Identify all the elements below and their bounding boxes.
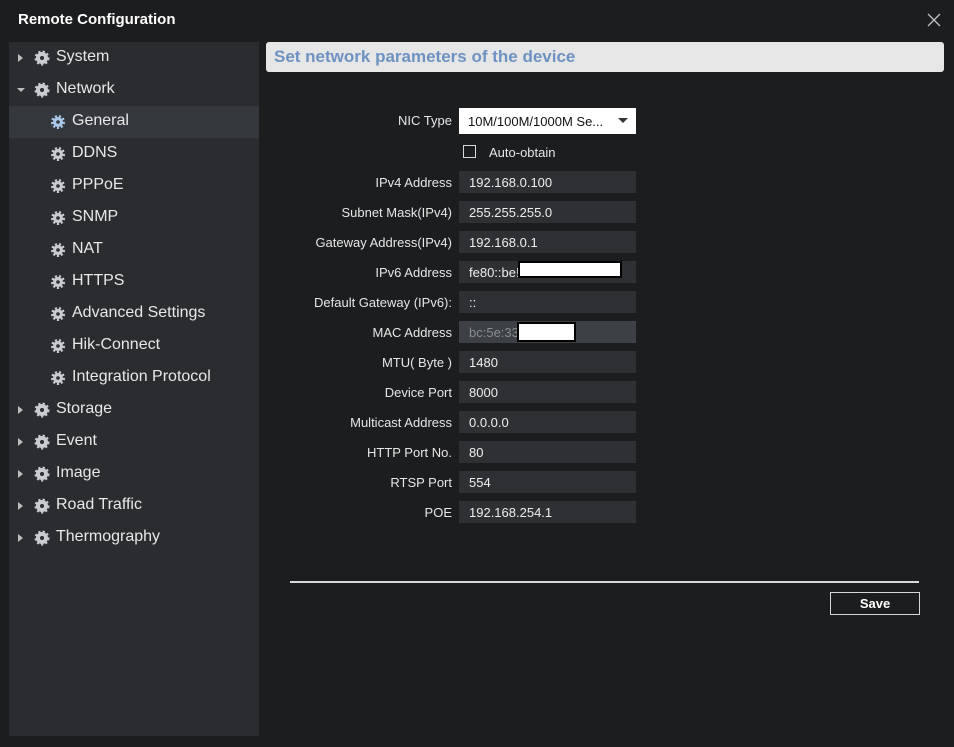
ipv4-address-field[interactable]: 192.168.0.100 [459, 171, 636, 193]
http-port-field[interactable]: 80 [459, 441, 636, 463]
expand-arrow-icon[interactable] [16, 436, 26, 448]
mtu-label: MTU( Byte ) [381, 355, 452, 370]
sidebar-item-label: Integration Protocol [72, 368, 211, 385]
sidebar-item-label: HTTPS [72, 272, 125, 289]
sidebar-item-label: Hik-Connect [72, 336, 161, 353]
poe-field[interactable]: 192.168.254.1 [459, 501, 636, 523]
nic-type-value: 10M/100M/1000M Se... [468, 114, 604, 129]
close-icon [927, 13, 941, 27]
sidebar-item-label: System [56, 48, 110, 65]
collapse-arrow-icon[interactable] [16, 84, 26, 96]
gateway-ipv4-label: Gateway Address(IPv4) [315, 235, 452, 250]
mtu-field[interactable]: 1480 [459, 351, 636, 373]
http-port-label: HTTP Port No. [366, 445, 452, 460]
subnet-mask-field[interactable]: 255.255.255.0 [459, 201, 636, 223]
mac-address-label: MAC Address [372, 325, 452, 340]
sidebar-item-label: Storage [56, 400, 113, 417]
gear-icon [51, 211, 65, 225]
sidebar-item-thermography[interactable]: Thermography [9, 522, 259, 554]
expand-arrow-icon[interactable] [16, 500, 26, 512]
gear-icon [51, 147, 65, 161]
chevron-down-icon [618, 118, 628, 123]
sidebar-item-label: Network [56, 80, 115, 97]
gateway-ipv4-field[interactable]: 192.168.0.1 [459, 231, 636, 253]
gear-icon [34, 466, 50, 482]
sidebar-item-label: DDNS [72, 144, 118, 161]
device-port-field[interactable]: 8000 [459, 381, 636, 403]
window-title: Remote Configuration [18, 11, 176, 28]
rtsp-port-label: RTSP Port [390, 475, 452, 490]
default-gateway-ipv6-label: Default Gateway (IPv6): [314, 295, 452, 310]
gear-icon [34, 82, 50, 98]
page-title: Set network parameters of the device [274, 47, 576, 66]
sidebar-item-label: PPPoE [72, 176, 124, 193]
sidebar-item-label: Image [56, 464, 101, 481]
gear-icon [34, 530, 50, 546]
auto-obtain-checkbox[interactable] [463, 145, 476, 158]
expand-arrow-icon[interactable] [16, 532, 26, 544]
expand-arrow-icon[interactable] [16, 52, 26, 64]
sidebar-item-label: General [72, 112, 129, 129]
sidebar-item-label: Road Traffic [56, 496, 142, 513]
redaction-block [518, 261, 622, 278]
save-button[interactable]: Save [830, 592, 920, 615]
gear-icon [51, 115, 65, 129]
multicast-address-label: Multicast Address [350, 415, 452, 430]
expand-arrow-icon[interactable] [16, 404, 26, 416]
gear-icon [51, 275, 65, 289]
gear-icon [34, 402, 50, 418]
redaction-block [517, 322, 576, 342]
gear-icon [51, 307, 65, 321]
sidebar-item-label: NAT [72, 240, 103, 257]
sidebar-item-ddns[interactable]: DDNS [9, 138, 259, 170]
gear-icon [51, 243, 65, 257]
gear-icon [51, 339, 65, 353]
sidebar-item-label: SNMP [72, 208, 119, 225]
device-port-label: Device Port [384, 385, 452, 400]
subnet-mask-label: Subnet Mask(IPv4) [341, 205, 452, 220]
section-header: Set network parameters of the device [266, 42, 944, 72]
gear-icon [34, 50, 50, 66]
sidebar-item-system[interactable]: System [9, 42, 259, 74]
multicast-address-field[interactable]: 0.0.0.0 [459, 411, 636, 433]
sidebar-item-label: Thermography [56, 528, 161, 545]
gear-icon [34, 434, 50, 450]
title-bar: Remote Configuration [0, 0, 954, 40]
auto-obtain-label: Auto-obtain [489, 145, 556, 160]
expand-arrow-icon[interactable] [16, 468, 26, 480]
rtsp-port-field[interactable]: 554 [459, 471, 636, 493]
poe-label: POE [424, 505, 452, 520]
sidebar-item-network[interactable]: Network [9, 74, 259, 106]
nic-type-select[interactable]: 10M/100M/1000M Se... [459, 108, 636, 134]
default-gateway-ipv6-field[interactable]: :: [459, 291, 636, 313]
close-button[interactable] [926, 12, 942, 28]
gear-icon [34, 498, 50, 514]
ipv6-address-label: IPv6 Address [375, 265, 452, 280]
nic-type-label: NIC Type [398, 113, 452, 128]
divider [290, 581, 919, 583]
ipv4-address-label: IPv4 Address [375, 175, 452, 190]
gear-icon [51, 179, 65, 193]
gear-icon [51, 371, 65, 385]
sidebar-item-label: Event [56, 432, 97, 449]
